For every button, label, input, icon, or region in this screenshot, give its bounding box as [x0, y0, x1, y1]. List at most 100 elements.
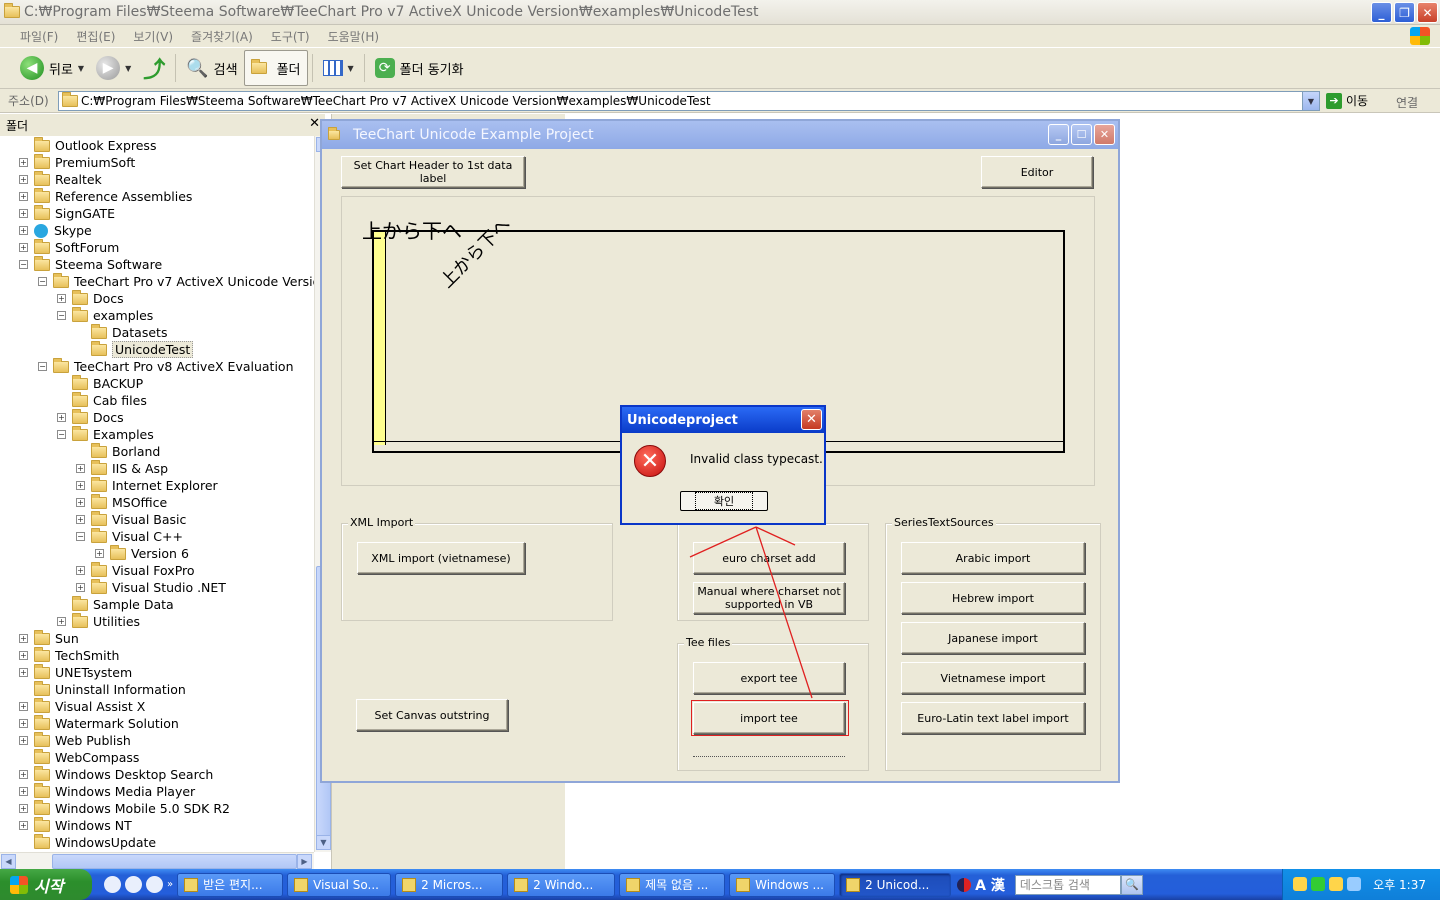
collapse-icon[interactable]: −: [19, 260, 28, 269]
chevron-down-icon[interactable]: ▼: [78, 64, 84, 73]
tree-item[interactable]: − TeeChart Pro v8 ActiveX Evaluation: [38, 357, 294, 375]
task-visual-studio[interactable]: Visual So...: [287, 872, 392, 897]
tree-item[interactable]: + Visual FoxPro: [76, 561, 195, 579]
chevron-right-icon[interactable]: »: [167, 879, 173, 890]
expand-icon[interactable]: +: [19, 787, 28, 796]
expand-icon[interactable]: +: [19, 634, 28, 643]
tree-item[interactable]: + SoftForum: [19, 238, 119, 256]
tree-item[interactable]: Datasets: [91, 323, 167, 341]
tree-item[interactable]: WindowsUpdate: [34, 833, 156, 851]
menu-file[interactable]: 파일(F): [20, 28, 58, 45]
expand-icon[interactable]: +: [76, 481, 85, 490]
menu-help[interactable]: 도움말(H): [328, 28, 380, 45]
expand-icon[interactable]: +: [57, 294, 66, 303]
tree-item[interactable]: − TeeChart Pro v7 ActiveX Unicode Version: [38, 272, 314, 290]
scroll-down-icon[interactable]: ▼: [316, 835, 331, 850]
expand-icon[interactable]: +: [19, 651, 28, 660]
tree-item[interactable]: + Skype: [19, 222, 92, 239]
tree-item[interactable]: + Windows Desktop Search: [19, 765, 213, 783]
expand-icon[interactable]: +: [19, 719, 28, 728]
address-input[interactable]: C:₩Program Files₩Steema Software₩TeeChar…: [58, 91, 1320, 111]
set-canvas-button[interactable]: Set Canvas outstring: [356, 699, 508, 731]
tree-item[interactable]: UnicodeTest: [91, 340, 194, 358]
tree-item[interactable]: + UNETsystem: [19, 663, 132, 681]
desktop-icon[interactable]: [104, 876, 121, 893]
back-button[interactable]: ◀ 뒤로 ▼: [14, 50, 90, 86]
manual-charset-button[interactable]: Manual where charset not supported in VB: [693, 582, 845, 614]
expand-icon[interactable]: +: [76, 515, 85, 524]
tray-icon[interactable]: [1311, 877, 1325, 891]
tree-item[interactable]: + Internet Explorer: [76, 476, 218, 494]
japanese-import-button[interactable]: Japanese import: [901, 622, 1085, 654]
tray-icon[interactable]: [1347, 877, 1361, 891]
scroll-left-icon[interactable]: ◀: [1, 854, 16, 869]
links-label[interactable]: 연결: [1396, 94, 1418, 111]
tree-item[interactable]: + SignGATE: [19, 204, 115, 222]
tree-item[interactable]: + PremiumSoft: [19, 153, 135, 171]
collapse-icon[interactable]: −: [38, 277, 47, 286]
expand-icon[interactable]: +: [76, 464, 85, 473]
menu-tools[interactable]: 도구(T): [271, 28, 310, 45]
tree-item[interactable]: − Visual C++: [76, 527, 183, 545]
task-microsoft[interactable]: 2 Micros...: [395, 872, 504, 897]
tree-item[interactable]: + Watermark Solution: [19, 714, 179, 732]
tree-item[interactable]: Sample Data: [72, 595, 174, 613]
tree-item[interactable]: Borland: [91, 442, 160, 460]
euro-charset-button[interactable]: euro charset add: [693, 542, 845, 574]
chevron-down-icon[interactable]: ▼: [1302, 92, 1319, 110]
collapse-icon[interactable]: −: [76, 532, 85, 541]
tree-item[interactable]: − examples: [57, 306, 153, 324]
go-button[interactable]: ➔ 이동: [1326, 92, 1368, 109]
scroll-thumb[interactable]: [52, 854, 297, 869]
expand-icon[interactable]: +: [19, 804, 28, 813]
close-button[interactable]: ✕: [1094, 124, 1115, 145]
collapse-icon[interactable]: −: [57, 311, 66, 320]
expand-icon[interactable]: +: [76, 498, 85, 507]
desktop-search-input[interactable]: 데스크톱 검색: [1014, 874, 1121, 895]
tray-icon[interactable]: [1329, 877, 1343, 891]
menu-favorites[interactable]: 즐겨찾기(A): [191, 28, 253, 45]
views-button[interactable]: ▼: [317, 50, 360, 86]
tree-item[interactable]: + Docs: [57, 408, 124, 426]
tree-item[interactable]: Uninstall Information: [34, 680, 186, 698]
editor-button[interactable]: Editor: [981, 156, 1093, 188]
maximize-button[interactable]: ☐: [1071, 124, 1092, 145]
expand-icon[interactable]: +: [19, 668, 28, 677]
scroll-right-icon[interactable]: ▶: [297, 854, 312, 869]
expand-icon[interactable]: +: [19, 243, 28, 252]
expand-icon[interactable]: +: [57, 617, 66, 626]
collapse-icon[interactable]: −: [57, 430, 66, 439]
tree-item[interactable]: + Realtek: [19, 170, 102, 188]
tree-item[interactable]: + Visual Studio .NET: [76, 578, 226, 596]
tree-item[interactable]: BACKUP: [72, 374, 143, 392]
tree-item[interactable]: + Windows Media Player: [19, 782, 195, 800]
arabic-import-button[interactable]: Arabic import: [901, 542, 1085, 574]
tree-item[interactable]: − Steema Software: [19, 255, 162, 273]
ok-button[interactable]: 확인: [680, 491, 768, 511]
folder-sync-button[interactable]: ⟳ 폴더 동기화: [369, 50, 470, 86]
close-button[interactable]: ✕: [1417, 2, 1438, 23]
tray-icon[interactable]: [1293, 877, 1307, 891]
chevron-down-icon[interactable]: ▼: [348, 64, 354, 73]
expand-icon[interactable]: +: [19, 175, 28, 184]
collapse-icon[interactable]: −: [38, 362, 47, 371]
expand-icon[interactable]: +: [19, 209, 28, 218]
expand-icon[interactable]: +: [76, 566, 85, 575]
tree-item[interactable]: − Examples: [57, 425, 154, 443]
tree-item[interactable]: + TechSmith: [19, 646, 119, 664]
tree-item[interactable]: Outlook Express: [34, 136, 156, 154]
minimize-button[interactable]: _: [1048, 124, 1069, 145]
up-folder-button[interactable]: ⤴: [137, 50, 171, 86]
tree-item[interactable]: + Web Publish: [19, 731, 131, 749]
euro-latin-import-button[interactable]: Euro-Latin text label import: [901, 702, 1085, 734]
internet-explorer-icon[interactable]: [146, 876, 163, 893]
tree-item[interactable]: + Sun: [19, 629, 79, 647]
task-windows-explorer[interactable]: 2 Windo...: [507, 872, 616, 897]
close-button[interactable]: ✕: [801, 409, 822, 430]
tree-item[interactable]: + Docs: [57, 289, 124, 307]
forward-button[interactable]: ▶ ▼: [90, 50, 137, 86]
task-unicode-project[interactable]: 2 Unicod...: [839, 872, 952, 897]
close-icon[interactable]: ✕: [309, 116, 320, 131]
expand-icon[interactable]: +: [57, 413, 66, 422]
start-button[interactable]: 시작: [0, 869, 92, 900]
